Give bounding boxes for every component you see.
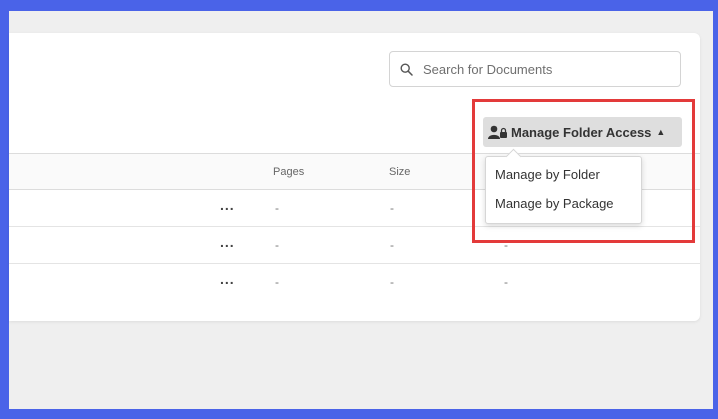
search-input[interactable]: [421, 60, 665, 78]
documents-panel: Manage Folder Access ▲ Pages Size ... - …: [9, 33, 700, 321]
pages-cell: -: [275, 201, 279, 215]
row-actions-button[interactable]: ...: [220, 271, 235, 287]
pages-cell: -: [275, 238, 279, 252]
column-header-size: Size: [389, 166, 411, 178]
size-cell: -: [390, 275, 394, 289]
highlight-annotation: [472, 99, 695, 243]
column-header-pages: Pages: [273, 166, 305, 178]
row-actions-button[interactable]: ...: [220, 197, 235, 213]
table-row: ... - - -: [9, 264, 700, 301]
size-cell: -: [390, 201, 394, 215]
row-actions-button[interactable]: ...: [220, 234, 235, 250]
search-icon: [400, 62, 413, 76]
app-background: Manage Folder Access ▲ Pages Size ... - …: [9, 11, 713, 409]
pages-cell: -: [275, 275, 279, 289]
size-cell: -: [390, 238, 394, 252]
extra-cell: -: [504, 275, 508, 289]
search-box[interactable]: [389, 51, 681, 87]
